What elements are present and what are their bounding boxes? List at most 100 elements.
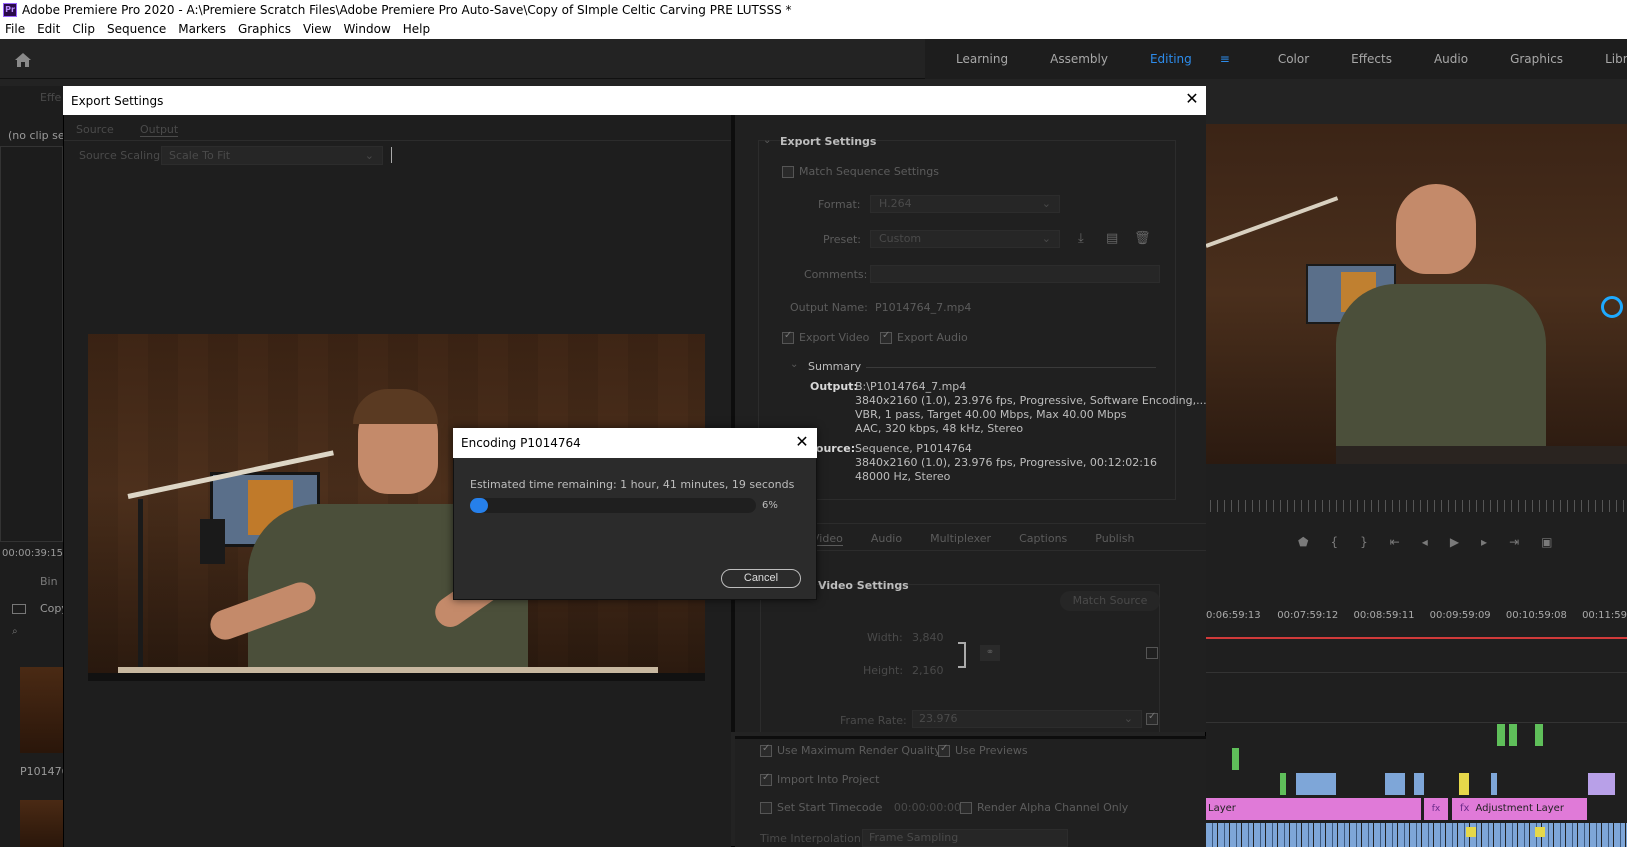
menu-help[interactable]: Help bbox=[398, 22, 437, 36]
timeline-clip[interactable] bbox=[1232, 748, 1239, 770]
summary-header: Summary bbox=[808, 360, 862, 373]
effects-tab[interactable]: Effe bbox=[40, 91, 61, 104]
tab-multiplexer[interactable]: Multiplexer bbox=[930, 532, 991, 546]
use-max-quality-checkbox[interactable] bbox=[760, 743, 772, 757]
export-audio-checkbox[interactable] bbox=[880, 330, 892, 344]
ws-tab-effects[interactable]: Effects bbox=[1330, 52, 1413, 66]
summary-chevron-icon[interactable]: ⌄ bbox=[790, 359, 798, 370]
play-icon[interactable]: ▶ bbox=[1450, 535, 1459, 549]
timeline-clip[interactable] bbox=[1385, 773, 1405, 795]
timeline-clip[interactable] bbox=[1535, 724, 1543, 746]
timeline-clip[interactable] bbox=[1497, 724, 1505, 746]
summary-line: 3840x2160 (1.0), 23.976 fps, Progressive… bbox=[855, 456, 1158, 469]
tab-captions[interactable]: Captions bbox=[1019, 532, 1067, 546]
step-back-icon[interactable]: ◂ bbox=[1422, 535, 1428, 549]
export-frame-icon[interactable]: ▣ bbox=[1541, 535, 1552, 549]
timeline-clip[interactable] bbox=[1459, 773, 1469, 795]
menu-markers[interactable]: Markers bbox=[173, 22, 233, 36]
tab-output[interactable]: Output bbox=[140, 123, 179, 137]
timeline-clip[interactable] bbox=[1280, 773, 1286, 795]
ws-tab-graphics[interactable]: Graphics bbox=[1489, 52, 1584, 66]
export-video-row[interactable]: Export Video bbox=[782, 330, 869, 344]
ws-tab-audio[interactable]: Audio bbox=[1413, 52, 1489, 66]
import-into-project-checkbox[interactable] bbox=[760, 772, 772, 786]
timeline-clip[interactable] bbox=[1491, 773, 1497, 795]
clip-thumbnail[interactable] bbox=[20, 667, 63, 753]
output-name-link[interactable]: P1014764_7.mp4 bbox=[875, 301, 971, 314]
timeline-clip[interactable] bbox=[1414, 773, 1424, 795]
tab-publish[interactable]: Publish bbox=[1095, 532, 1134, 546]
video-track-clips[interactable] bbox=[1206, 823, 1627, 847]
export-audio-row[interactable]: Export Audio bbox=[880, 330, 968, 344]
step-forward-icon[interactable]: ▸ bbox=[1481, 535, 1487, 549]
close-icon[interactable]: ✕ bbox=[1182, 89, 1202, 109]
use-max-quality-row[interactable]: Use Maximum Render Quality bbox=[760, 743, 941, 757]
comments-input[interactable] bbox=[870, 265, 1160, 283]
preset-select[interactable]: Custom ⌄ bbox=[870, 230, 1060, 248]
go-to-out-icon[interactable]: ⇥ bbox=[1509, 535, 1519, 549]
timeline-tick: 0:06:59:13 bbox=[1206, 610, 1261, 621]
match-source-button[interactable]: Match Source bbox=[1060, 591, 1160, 611]
cancel-button[interactable]: Cancel bbox=[721, 569, 801, 588]
clip-thumbnail-2[interactable] bbox=[20, 800, 63, 847]
mark-out-icon[interactable]: } bbox=[1360, 535, 1368, 549]
use-previews-row[interactable]: Use Previews bbox=[938, 743, 1028, 757]
import-preset-icon[interactable]: ▤ bbox=[1106, 231, 1118, 246]
ws-tab-libraries[interactable]: Libraries bbox=[1584, 52, 1627, 66]
summary-line: AAC, 320 kbps, 48 kHz, Stereo bbox=[855, 422, 1024, 435]
menu-view[interactable]: View bbox=[298, 22, 338, 36]
close-icon[interactable]: ✕ bbox=[792, 432, 812, 452]
adjustment-layer-clip[interactable]: fx Adjustment Layer bbox=[1452, 798, 1587, 820]
timeline-tick: 00:11:59 bbox=[1582, 610, 1627, 621]
start-timecode-value[interactable]: 00:00:00:00 bbox=[894, 801, 961, 814]
source-scaling-select[interactable]: Scale To Fit ⌄ bbox=[161, 146, 383, 165]
menu-graphics[interactable]: Graphics bbox=[233, 22, 298, 36]
frame-rate-select[interactable]: 23.976 ⌄ bbox=[912, 710, 1142, 728]
import-into-project-row[interactable]: Import Into Project bbox=[760, 772, 879, 786]
tab-source[interactable]: Source bbox=[76, 123, 114, 136]
delete-preset-icon[interactable]: 🗑 bbox=[1134, 231, 1151, 246]
menu-sequence[interactable]: Sequence bbox=[102, 22, 173, 36]
resolution-checkbox[interactable] bbox=[1146, 647, 1158, 659]
export-video-checkbox[interactable] bbox=[782, 330, 794, 344]
time-interpolation-select[interactable]: Frame Sampling bbox=[862, 829, 1068, 847]
menu-clip[interactable]: Clip bbox=[67, 22, 102, 36]
width-value[interactable]: 3,840 bbox=[912, 631, 944, 644]
summary-line: 48000 Hz, Stereo bbox=[855, 470, 951, 483]
workspace-menu-icon[interactable]: ≡ bbox=[1199, 52, 1251, 66]
search-icon[interactable]: ⌕ bbox=[12, 626, 18, 637]
format-select[interactable]: H.264 ⌄ bbox=[870, 195, 1060, 213]
match-sequence-row[interactable]: Match Sequence Settings bbox=[782, 165, 939, 178]
frame-rate-checkbox-row[interactable] bbox=[1146, 711, 1163, 725]
tab-audio[interactable]: Audio bbox=[871, 532, 902, 546]
ws-tab-assembly[interactable]: Assembly bbox=[1029, 52, 1129, 66]
timeline-tick: 00:10:59:08 bbox=[1505, 610, 1567, 621]
mark-in-icon[interactable]: { bbox=[1330, 535, 1338, 549]
timeline-clip[interactable] bbox=[1296, 773, 1336, 795]
menu-file[interactable]: File bbox=[0, 22, 32, 36]
menu-edit[interactable]: Edit bbox=[32, 22, 67, 36]
collapse-chevron-icon[interactable]: ⌄ bbox=[763, 135, 771, 146]
marker-icon[interactable]: ⬟ bbox=[1298, 535, 1308, 549]
chain-link-icon[interactable]: ⚭ bbox=[980, 645, 1000, 661]
timeline-clip[interactable] bbox=[1509, 724, 1517, 746]
menu-window[interactable]: Window bbox=[338, 22, 397, 36]
height-value[interactable]: 2,160 bbox=[912, 664, 944, 677]
start-timecode-row[interactable]: Set Start Timecode 00:00:00:00 bbox=[760, 801, 961, 814]
adjustment-layer-clip[interactable]: Layer bbox=[1206, 798, 1421, 820]
layer-label: Layer bbox=[1208, 803, 1236, 814]
ws-tab-color[interactable]: Color bbox=[1257, 52, 1330, 66]
home-icon[interactable] bbox=[14, 52, 32, 68]
render-alpha-row[interactable]: Render Alpha Channel Only bbox=[960, 801, 1128, 814]
start-timecode-checkbox[interactable] bbox=[760, 802, 772, 814]
frame-rate-checkbox[interactable] bbox=[1146, 711, 1158, 725]
render-alpha-checkbox[interactable] bbox=[960, 802, 972, 814]
use-previews-checkbox[interactable] bbox=[938, 743, 950, 757]
timeline-clip[interactable] bbox=[1588, 773, 1615, 795]
match-sequence-checkbox[interactable] bbox=[782, 166, 794, 178]
progress-percent: 6% bbox=[762, 500, 778, 511]
go-to-in-icon[interactable]: ⇤ bbox=[1390, 535, 1400, 549]
bin-tab[interactable]: Bin bbox=[40, 575, 58, 588]
save-preset-icon[interactable]: ⤓ bbox=[1078, 231, 1084, 246]
ws-tab-learning[interactable]: Learning bbox=[935, 52, 1029, 66]
